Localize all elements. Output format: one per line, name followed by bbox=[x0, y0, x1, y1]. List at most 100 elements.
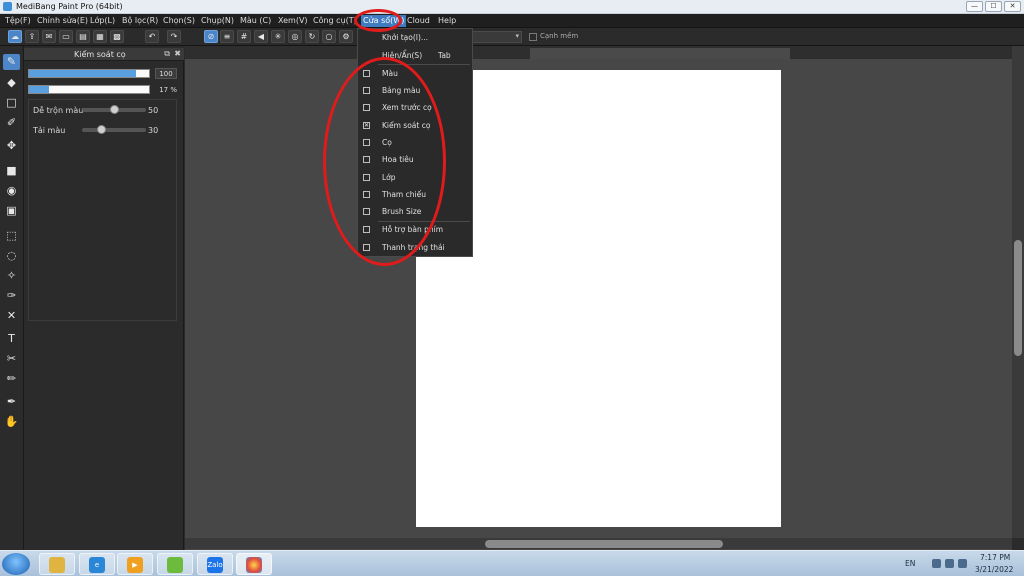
load-color-label: Tải màu bbox=[33, 126, 66, 135]
title-bar: MediBang Paint Pro (64bit) — ☐ ✕ bbox=[0, 0, 1024, 14]
dot-tool-icon[interactable]: □ bbox=[3, 95, 20, 111]
bucket-tool-icon[interactable]: ◉ bbox=[3, 183, 20, 199]
coccoc-taskbar-button[interactable] bbox=[157, 553, 193, 575]
media-taskbar-button[interactable]: ▶ bbox=[117, 553, 153, 575]
chevron-down-icon: ▾ bbox=[515, 32, 519, 40]
fill-rect-icon[interactable]: ■ bbox=[3, 163, 20, 179]
annotation-circle-menu bbox=[354, 9, 402, 32]
load-color-slider-knob[interactable] bbox=[97, 125, 107, 134]
medibang-icon bbox=[246, 557, 262, 573]
select-eraser-icon[interactable]: ✕ bbox=[3, 308, 20, 324]
document-icon[interactable]: ▤ bbox=[76, 30, 90, 43]
snap-grid-icon[interactable]: # bbox=[237, 30, 251, 43]
menu-edit[interactable]: Chỉnh sửa(E) bbox=[37, 16, 88, 25]
load-color-slider[interactable] bbox=[82, 125, 146, 134]
app-icon bbox=[3, 2, 12, 11]
minimize-button[interactable]: — bbox=[966, 1, 983, 12]
menu-color[interactable]: Màu (C) bbox=[240, 16, 271, 25]
load-color-value: 30 bbox=[148, 126, 159, 135]
menu-select[interactable]: Chọn(S) bbox=[163, 16, 195, 25]
divide-tool-icon[interactable]: ✂ bbox=[3, 351, 20, 367]
hand-tool-icon[interactable]: ✋ bbox=[3, 414, 20, 430]
canvas-workspace[interactable] bbox=[185, 46, 1012, 550]
gradient-tool-icon[interactable]: ▣ bbox=[3, 203, 20, 219]
popout-icon[interactable]: ⧉ bbox=[164, 49, 170, 59]
clock-date[interactable]: 3/21/2022 bbox=[975, 565, 1013, 574]
start-button[interactable] bbox=[2, 553, 30, 575]
chat-icon[interactable]: ▭ bbox=[59, 30, 73, 43]
opacity-fill bbox=[29, 86, 50, 93]
maximize-button[interactable]: ☐ bbox=[985, 1, 1002, 12]
snap-circle-icon[interactable]: ○ bbox=[322, 30, 336, 43]
vertical-scrollbar[interactable] bbox=[1012, 46, 1024, 538]
opacity-value: 17 % bbox=[159, 86, 177, 94]
antialias-checkbox[interactable] bbox=[529, 33, 537, 41]
snap-radial-icon[interactable]: ✳ bbox=[271, 30, 285, 43]
window-title: MediBang Paint Pro (64bit) bbox=[16, 2, 123, 11]
magic-wand-icon[interactable]: ✧ bbox=[3, 268, 20, 284]
menu-file[interactable]: Tệp(F) bbox=[5, 16, 31, 25]
snap-settings-icon[interactable]: ⚙ bbox=[339, 30, 353, 43]
undo-icon[interactable]: ↶ bbox=[145, 30, 159, 43]
panel-icon[interactable]: ▦ bbox=[93, 30, 107, 43]
snap-perspective-icon[interactable]: ◀ bbox=[254, 30, 268, 43]
explorer-taskbar-button[interactable] bbox=[39, 553, 75, 575]
menu-view[interactable]: Xem(V) bbox=[278, 16, 308, 25]
select-pen-tool-icon[interactable]: ✑ bbox=[3, 288, 20, 304]
media-player-icon: ▶ bbox=[127, 557, 143, 573]
menu-cloud[interactable]: Cloud bbox=[407, 16, 430, 25]
rect-select-icon[interactable]: ⬚ bbox=[3, 228, 20, 244]
grid-icon[interactable]: ▩ bbox=[110, 30, 124, 43]
tool-bar: ✎ ◆ □ ✐ ✥ ■ ◉ ▣ ⬚ ◌ ✧ ✑ ✕ T ✂ ✏ ✒ ✋ bbox=[0, 46, 24, 550]
snap-curve-icon[interactable]: ↻ bbox=[305, 30, 319, 43]
lasso-select-icon[interactable]: ◌ bbox=[3, 248, 20, 264]
menu-layer[interactable]: Lớp(L) bbox=[90, 16, 115, 25]
blend-slider[interactable] bbox=[82, 105, 146, 114]
opacity-bar[interactable] bbox=[28, 85, 150, 94]
blend-slider-knob[interactable] bbox=[110, 105, 119, 114]
close-button[interactable]: ✕ bbox=[1004, 1, 1021, 12]
eraser-tool-icon[interactable]: ◆ bbox=[3, 75, 20, 91]
ie-taskbar-button[interactable]: e bbox=[79, 553, 115, 575]
volume-icon[interactable] bbox=[958, 559, 967, 568]
brush-size-value[interactable]: 100 bbox=[155, 68, 177, 79]
brush-size-fill bbox=[29, 70, 136, 77]
brush-size-bar[interactable] bbox=[28, 69, 150, 78]
medibang-taskbar-button[interactable] bbox=[236, 553, 272, 575]
eyedropper-icon[interactable]: ✒ bbox=[3, 394, 20, 410]
horizontal-scroll-thumb[interactable] bbox=[485, 540, 723, 548]
menu-item-shortcut: Tab bbox=[438, 51, 451, 60]
cloud-icon[interactable]: ☁ bbox=[8, 30, 22, 43]
zalo-taskbar-button[interactable]: Zalo bbox=[197, 553, 233, 575]
network-icon[interactable] bbox=[945, 559, 954, 568]
snap-off-icon[interactable]: ⊘ bbox=[204, 30, 218, 43]
share-icon[interactable]: ⇪ bbox=[25, 30, 39, 43]
move-tool-icon[interactable]: ✥ bbox=[3, 138, 20, 154]
document-tab[interactable] bbox=[530, 48, 790, 59]
menu-filter[interactable]: Bộ lọc(R) bbox=[122, 16, 158, 25]
blend-label: Dễ trộn màu bbox=[33, 106, 84, 115]
snap-concentric-icon[interactable]: ◎ bbox=[288, 30, 302, 43]
snap-dropdown[interactable]: ▾ bbox=[470, 31, 522, 43]
panel-title: Kiểm soát cọ bbox=[74, 50, 126, 59]
tray-arrow-icon[interactable] bbox=[932, 559, 941, 568]
snap-parallel-icon[interactable]: ≡ bbox=[220, 30, 234, 43]
comment-icon[interactable]: ✉ bbox=[42, 30, 56, 43]
clock-time[interactable]: 7:17 PM bbox=[980, 553, 1010, 562]
brush-tool-icon[interactable]: ✎ bbox=[3, 54, 20, 70]
menu-help[interactable]: Help bbox=[438, 16, 456, 25]
text-tool-icon[interactable]: T bbox=[3, 331, 20, 347]
close-icon[interactable]: ✖ bbox=[174, 49, 181, 58]
annotation-circle-list bbox=[323, 57, 446, 266]
language-indicator[interactable]: EN bbox=[905, 559, 915, 568]
menu-tools[interactable]: Công cụ(T) bbox=[313, 16, 357, 25]
operation-tool-icon[interactable]: ✏ bbox=[3, 371, 20, 387]
redo-icon[interactable]: ↷ bbox=[167, 30, 181, 43]
horizontal-scrollbar[interactable] bbox=[185, 538, 1012, 549]
menu-snap[interactable]: Chụp(N) bbox=[201, 16, 234, 25]
menu-bar: Tệp(F) Chỉnh sửa(E) Lớp(L) Bộ lọc(R) Chọ… bbox=[0, 14, 1024, 28]
antialias-label: Cạnh mềm bbox=[540, 32, 579, 40]
vertical-scroll-thumb[interactable] bbox=[1014, 240, 1022, 356]
select-pen-icon[interactable]: ✐ bbox=[3, 115, 20, 131]
document-tab-bar bbox=[185, 46, 1012, 59]
